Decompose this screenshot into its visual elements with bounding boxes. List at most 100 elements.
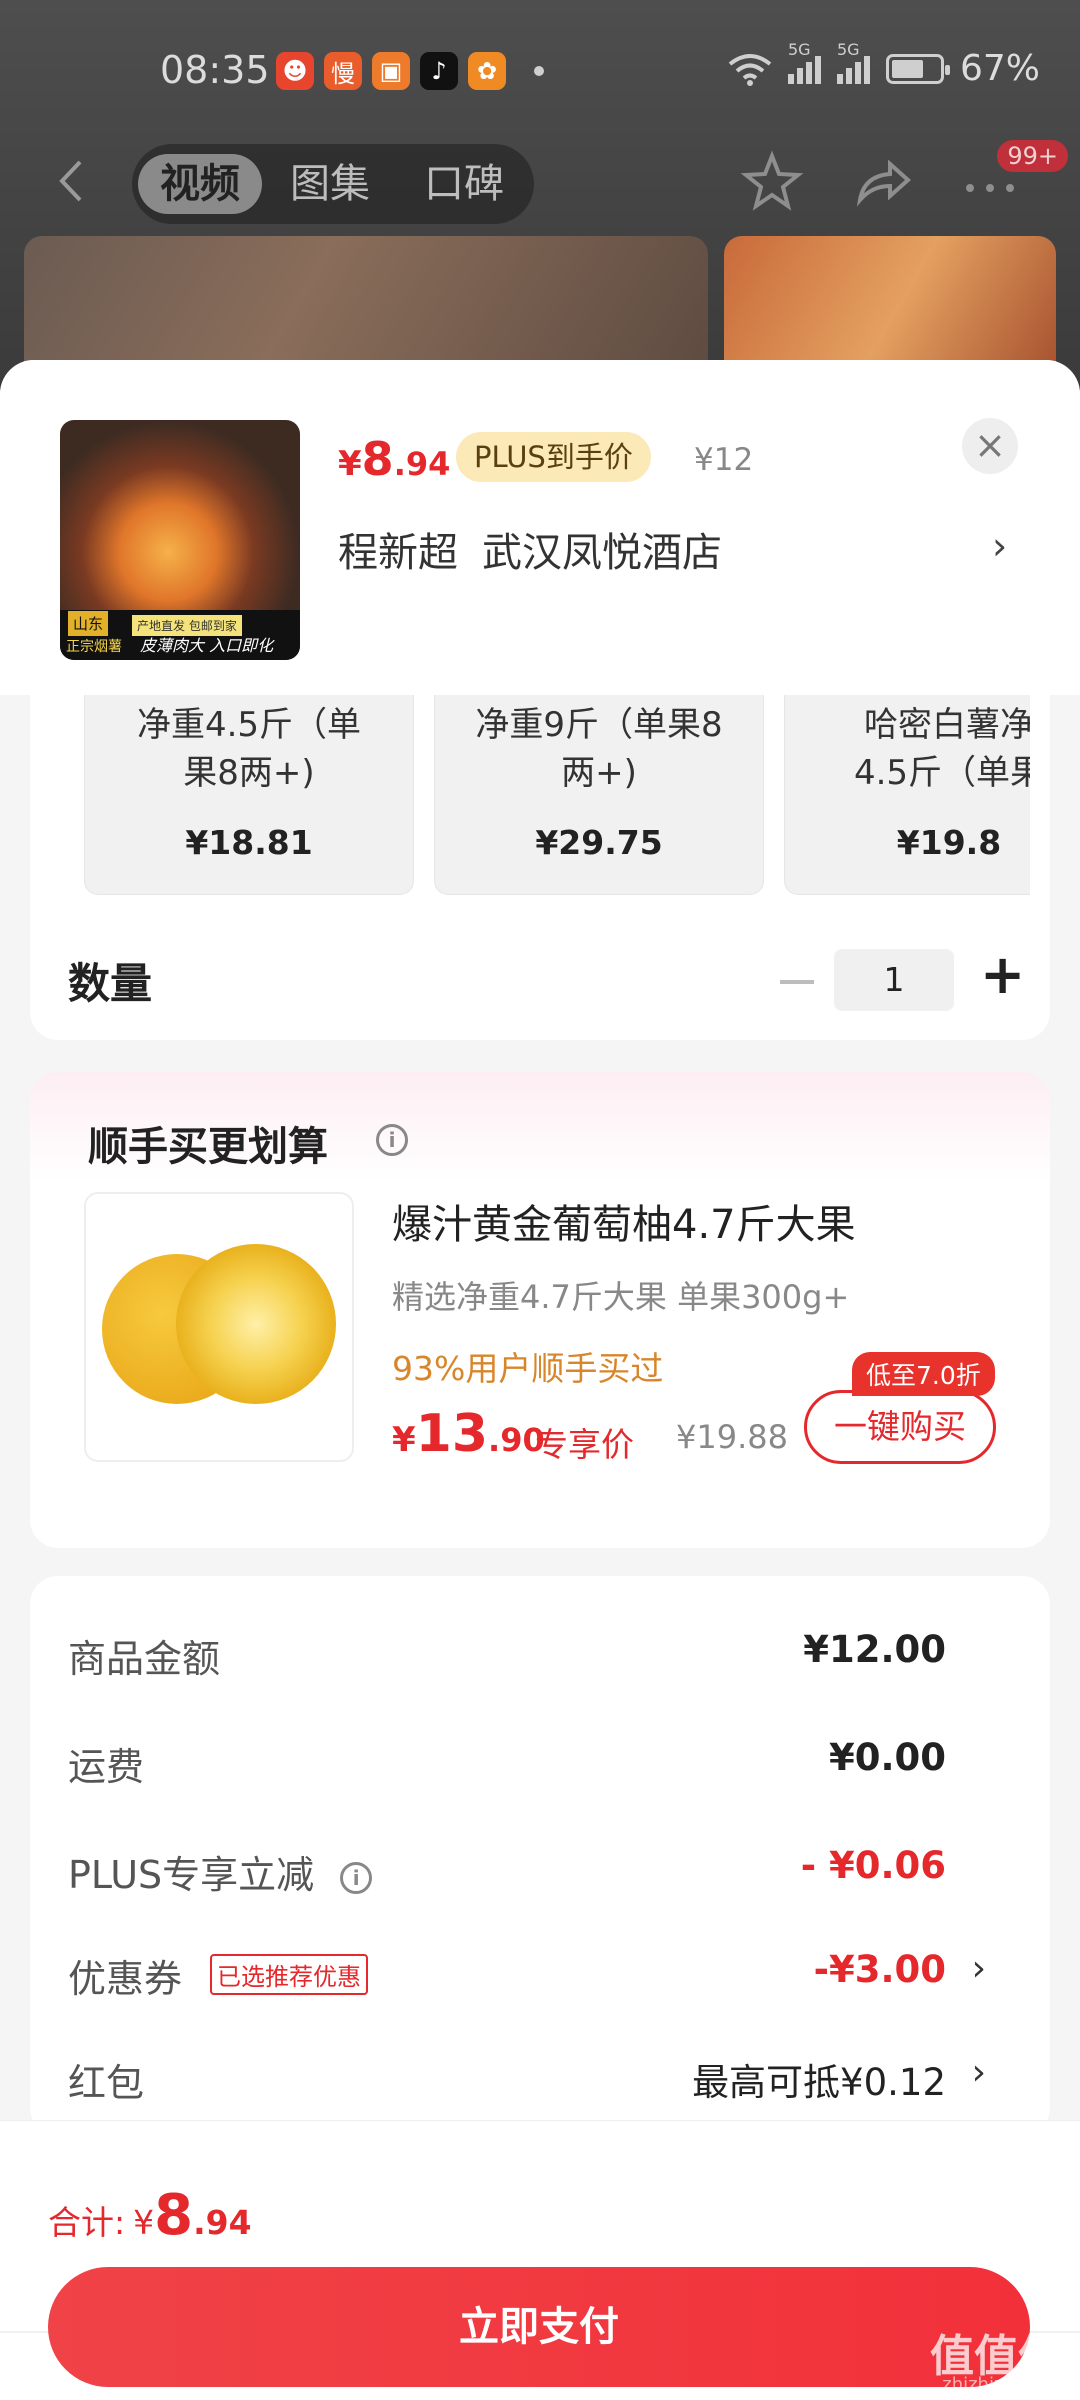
price-currency: ¥	[338, 444, 362, 484]
original-price: ¥12	[694, 442, 754, 478]
close-button[interactable]: ×	[962, 418, 1018, 474]
goods-amount-value: ¥12.00	[803, 1628, 946, 1671]
upsell-card: 顺手买更划算 i 爆汁黄金葡萄柚4.7斤大果 精选净重4.7斤大果 单果300g…	[30, 1072, 1050, 1548]
shipping-value: ¥0.00	[828, 1736, 946, 1779]
quantity-decrease-button[interactable]	[780, 980, 814, 984]
price-decimal: .94	[393, 445, 451, 483]
variant-name: 净重9斤（单果8 两+)	[475, 705, 723, 793]
variant-price: ¥18.81	[185, 823, 313, 862]
variant-option[interactable]: 哈密白薯净 4.5斤（单果 ¥19.8	[784, 695, 1030, 895]
app-notification-icon: ☻	[276, 52, 314, 90]
goods-amount-row: 商品金额 ¥12.00	[68, 1628, 1028, 1688]
spec-card: 净重4.5斤（单 果8两+) ¥18.81 净重9斤（单果8 两+) ¥29.7…	[30, 695, 1050, 1040]
media-tabs: 视频 图集 口碑	[132, 144, 534, 224]
total-decimal: .94	[193, 2203, 252, 2242]
goods-amount-label: 商品金额	[68, 1637, 221, 1681]
shipping-label: 运费	[68, 1745, 145, 1789]
coupon-value: -¥3.00	[813, 1948, 946, 1991]
upsell-product-image[interactable]	[84, 1192, 354, 1462]
total-currency: ¥	[133, 2203, 155, 2242]
price-summary: 商品金额 ¥12.00 运费 ¥0.00 PLUS专享立减 i - ¥0.06 …	[30, 1576, 1050, 2136]
order-total: 合计: ¥ 8 .94	[48, 2183, 252, 2248]
signal-1: 5G	[787, 40, 821, 84]
quantity-label: 数量	[68, 959, 153, 1008]
thumbnail-label: 皮薄肉大 入口即化	[140, 636, 274, 655]
notification-badge: 99+	[997, 140, 1068, 172]
book-app-icon: ▣	[372, 52, 410, 90]
variant-price: ¥19.8	[896, 823, 1002, 862]
wifi-icon	[728, 53, 772, 86]
checkout-sheet: 山东 产地直发 包邮到家 正宗烟薯 皮薄肉大 入口即化 ¥ 8 .94 PLUS…	[0, 360, 1080, 2400]
coupon-label: 优惠券	[68, 1957, 183, 2001]
battery-icon	[885, 53, 950, 84]
plus-discount-value: - ¥0.06	[800, 1844, 946, 1887]
product-thumbnail: 山东 产地直发 包邮到家 正宗烟薯 皮薄肉大 入口即化	[60, 420, 300, 660]
pay-now-button[interactable]: 立即支付	[48, 2267, 1030, 2387]
red-packet-row[interactable]: 红包 最高可抵¥0.12 ›	[68, 2052, 1028, 2112]
background-page: 08:35 ☻ 慢 ▣ ♪ ✿ 5G 5G 67% 视频 图集 口碑 99+	[0, 0, 1080, 406]
red-packet-label: 红包	[68, 2061, 145, 2105]
tiktok-icon: ♪	[420, 52, 458, 90]
chevron-right-icon[interactable]: ›	[992, 524, 1007, 568]
quantity-increase-button[interactable]: +	[980, 943, 1025, 1006]
thumbnail-label: 山东	[68, 611, 109, 636]
variant-name: 净重4.5斤（单 果8两+)	[136, 705, 362, 793]
upsell-title: 顺手买更划算	[88, 1124, 328, 1170]
variant-price: ¥29.75	[535, 823, 663, 862]
upsell-social-proof: 93%用户顺手买过	[392, 1349, 664, 1388]
recipient-name: 程新超	[338, 530, 458, 576]
status-right: 5G 5G 67%	[728, 40, 1040, 89]
status-app-icons: ☻ 慢 ▣ ♪ ✿	[276, 52, 544, 90]
variant-option[interactable]: 净重9斤（单果8 两+) ¥29.75	[434, 695, 764, 895]
upsell-product-name[interactable]: 爆汁黄金葡萄柚4.7斤大果	[392, 1192, 856, 1250]
price-currency: ¥	[392, 1420, 416, 1460]
coupon-selected-tag: 已选推荐优惠	[210, 1954, 368, 1995]
address-name: 武汉凤悦酒店	[482, 530, 722, 576]
tab-video[interactable]: 视频	[138, 154, 262, 214]
share-icon[interactable]	[850, 150, 914, 214]
grapefruit-half-image	[176, 1244, 336, 1404]
variant-name: 哈密白薯净 4.5斤（单果	[853, 705, 1030, 793]
price-integer: 8	[361, 432, 394, 486]
star-icon[interactable]	[740, 150, 804, 214]
total-label: 合计:	[48, 2203, 126, 2242]
one-click-buy-button[interactable]: 一键购买	[804, 1390, 996, 1464]
product-price: ¥ 8 .94	[338, 432, 450, 486]
watermark-url: zhizhizhi.com	[942, 2374, 1064, 2395]
exclusive-price-label: 专享价	[535, 1425, 634, 1464]
tab-reviews[interactable]: 口碑	[424, 156, 504, 212]
product-header: 山东 产地直发 包邮到家 正宗烟薯 皮薄肉大 入口即化 ¥ 8 .94 PLUS…	[0, 360, 1080, 695]
status-time: 08:35	[160, 48, 270, 92]
discount-tag: 低至7.0折	[852, 1352, 995, 1396]
quantity-input[interactable]: 1	[834, 949, 954, 1011]
shop-address-row[interactable]: 程新超 武汉凤悦酒店	[338, 520, 722, 578]
upsell-price: ¥ 13 .90	[392, 1404, 545, 1464]
chevron-right-icon[interactable]: ›	[972, 2052, 986, 2093]
chevron-right-icon[interactable]: ›	[972, 1948, 986, 1989]
info-icon[interactable]: i	[340, 1861, 373, 1894]
coupon-row[interactable]: 优惠券 已选推荐优惠 -¥3.00 ›	[68, 1948, 1028, 2008]
back-arrow-icon[interactable]	[50, 158, 96, 204]
total-integer: 8	[154, 2183, 194, 2248]
variant-list: 净重4.5斤（单 果8两+) ¥18.81 净重9斤（单果8 两+) ¥29.7…	[84, 695, 1030, 925]
status-bar: 08:35 ☻ 慢 ▣ ♪ ✿ 5G 5G 67%	[0, 0, 1080, 140]
price-integer: 13	[415, 1404, 489, 1464]
app-notification-icon: ✿	[468, 52, 506, 90]
top-nav: 视频 图集 口碑 99+	[0, 140, 1080, 230]
info-icon[interactable]: i	[376, 1124, 408, 1156]
plus-price-badge: PLUS到手价	[456, 432, 651, 482]
variant-option[interactable]: 净重4.5斤（单 果8两+) ¥18.81	[84, 695, 414, 895]
more-notifications-dot	[534, 66, 544, 76]
thumbnail-label: 正宗烟薯	[66, 639, 122, 655]
tab-gallery[interactable]: 图集	[290, 156, 370, 212]
upsell-original-price: ¥19.88	[676, 1418, 788, 1456]
upsell-product-desc: 精选净重4.7斤大果 单果300g+	[392, 1278, 850, 1316]
plus-discount-label: PLUS专享立减 i	[68, 1844, 373, 1899]
app-notification-icon: 慢	[324, 52, 362, 90]
network-type-label: 5G	[836, 39, 860, 59]
plus-discount-row: PLUS专享立减 i - ¥0.06	[68, 1844, 1028, 1904]
plus-discount-text: PLUS专享立减	[68, 1853, 315, 1897]
battery-percent: 67%	[959, 48, 1040, 89]
signal-2: 5G	[836, 40, 870, 84]
red-packet-value: 最高可抵¥0.12	[692, 2061, 946, 2104]
